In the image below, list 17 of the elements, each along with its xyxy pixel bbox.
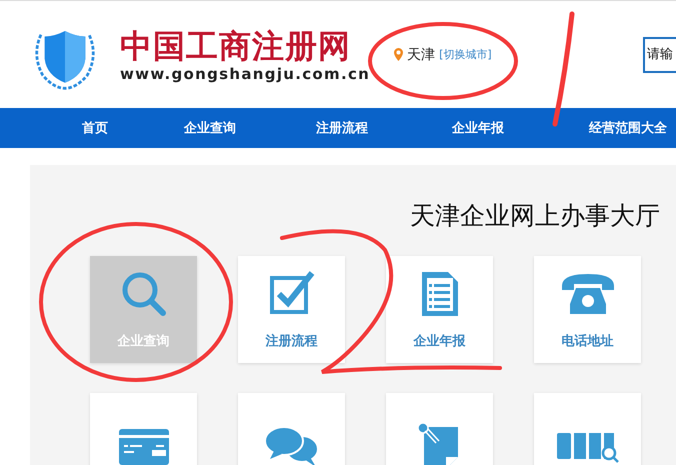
nav-link[interactable]: 首页 [38, 119, 152, 137]
service-tile[interactable]: 注册流程 [238, 256, 345, 363]
nav-link[interactable]: 企业查询 [152, 119, 268, 137]
service-tile[interactable]: 企业年报 [386, 256, 493, 363]
city-name: 天津 [407, 46, 436, 64]
nav-link[interactable]: 企业年报 [416, 119, 540, 137]
id-card-icon [118, 426, 170, 465]
section-title: 天津企业网上办事大厅 [409, 200, 660, 232]
nav-link[interactable]: 经营范围大全 [540, 119, 676, 137]
location-pin-icon [394, 48, 404, 61]
search-icon [120, 270, 168, 318]
switch-city-link[interactable]: [切换城市] [439, 47, 492, 62]
site-url: www.gongshangju.com.cn [120, 64, 370, 82]
search-field[interactable]: 请输 [643, 36, 676, 72]
site-title: 中国工商注册网 [120, 26, 352, 64]
service-tile[interactable]: 电话地址 [534, 256, 641, 363]
nav-link[interactable]: 注册流程 [268, 119, 416, 137]
